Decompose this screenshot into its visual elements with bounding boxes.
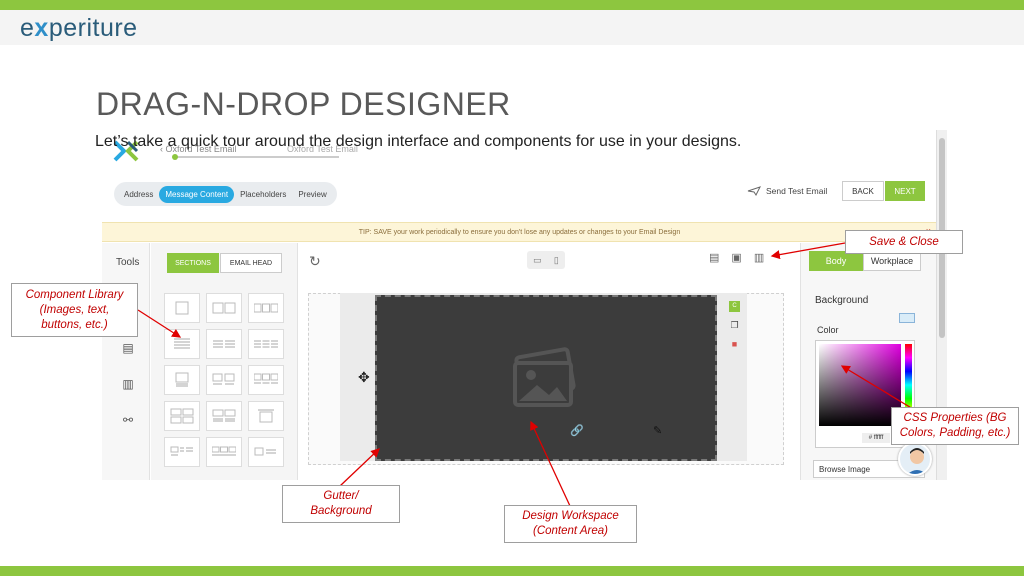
layout-tile[interactable] [248, 329, 284, 359]
save-icon[interactable]: ▥ [754, 251, 764, 264]
header-band [0, 10, 1024, 45]
edit-icon[interactable]: ✎ [653, 424, 662, 437]
progress-dot [172, 154, 178, 160]
device-toggle: ▭ ▯ [527, 251, 565, 269]
background-image-icon[interactable] [899, 313, 915, 323]
component-library: SECTIONS EMAIL HEAD [151, 243, 298, 480]
image-placeholder-icon [513, 347, 576, 407]
slide-title: DRAG-N-DROP DESIGNER [96, 86, 511, 122]
top-accent-bar [0, 0, 1024, 10]
text-tool-icon[interactable]: ▤ [121, 341, 135, 355]
background-label: Background [815, 295, 869, 306]
tools-sidebar: Tools ▣ ▤ ▥ ⚯ [102, 243, 150, 480]
layout-tile[interactable] [164, 401, 200, 431]
saturation-area[interactable] [819, 344, 901, 426]
tab-email-head[interactable]: EMAIL HEAD [220, 253, 282, 273]
tab-workplace[interactable]: Workplace [863, 251, 921, 271]
step-tab-preview[interactable]: Preview [292, 186, 332, 203]
step-tab-message-content[interactable]: Message Content [159, 185, 235, 203]
hex-input[interactable]: # ffffff [862, 433, 890, 443]
send-icon [747, 186, 761, 196]
bottom-accent-bar [0, 566, 1024, 576]
layout-tile[interactable] [206, 365, 242, 395]
layout-tile[interactable] [248, 401, 284, 431]
layout-tile[interactable] [206, 329, 242, 359]
link-icon[interactable]: 🔗 [570, 424, 584, 437]
slide-subtitle: Let’s take a quick tour around the desig… [95, 133, 742, 150]
layout-tile[interactable] [206, 401, 242, 431]
experiture-logo: experiture [20, 14, 138, 42]
slide: experiture DRAG-N-DROP DESIGNER ‹ Oxford… [0, 0, 1024, 576]
next-button[interactable]: NEXT [885, 181, 925, 201]
design-workspace[interactable]: 🔗 ✎ [375, 295, 717, 461]
callout-component-library: Component Library (Images, text, buttons… [11, 283, 138, 337]
layout-tile[interactable] [164, 329, 200, 359]
design-canvas: ↻ ▭ ▯ ▤ ▣ ▥ 🔗 ✎ ✥ C ❐ ■ [299, 243, 791, 480]
step-tab-placeholders[interactable]: Placeholders [234, 186, 292, 203]
send-test-email-button[interactable]: Send Test Email [747, 186, 827, 196]
delete-icon[interactable]: ■ [729, 339, 740, 350]
step-tabs: Address Message Content Placeholders Pre… [114, 182, 337, 206]
back-button[interactable]: BACK [842, 181, 884, 201]
canvas-actions: ▤ ▣ ▥ [709, 251, 764, 264]
callout-gutter: Gutter/ Background [282, 485, 400, 523]
tip-banner: TIP: SAVE your work periodically to ensu… [102, 222, 937, 242]
tab-body[interactable]: Body [809, 251, 863, 271]
button-tool-icon[interactable]: ▥ [121, 377, 135, 391]
callout-css-properties: CSS Properties (BG Colors, Padding, etc.… [891, 407, 1019, 445]
mobile-icon[interactable]: ▯ [554, 255, 559, 266]
tab-sections[interactable]: SECTIONS [167, 253, 219, 273]
layout-tile[interactable] [248, 437, 284, 467]
avatar [898, 442, 932, 476]
color-label: Color [817, 325, 839, 335]
link-tool-icon[interactable]: ⚯ [121, 413, 135, 427]
layout-tile[interactable] [248, 365, 284, 395]
block-actions: C ❐ ■ [729, 301, 740, 350]
layout-tile[interactable] [248, 293, 284, 323]
copy-icon[interactable]: ❐ [729, 320, 740, 331]
layout-tile[interactable] [164, 293, 200, 323]
css-icon[interactable]: C [729, 301, 740, 312]
layout-tile[interactable] [164, 437, 200, 467]
step-tab-address[interactable]: Address [118, 186, 159, 203]
save-close-icon[interactable]: ▣ [731, 251, 741, 264]
refresh-icon[interactable]: ↻ [309, 253, 321, 270]
progress-track [172, 154, 339, 160]
layout-tile[interactable] [206, 437, 242, 467]
move-icon[interactable]: ✥ [358, 369, 370, 386]
desktop-icon[interactable]: ▭ [533, 255, 542, 266]
callout-save-close: Save & Close [845, 230, 963, 254]
tools-label: Tools [116, 257, 140, 268]
css-file-icon[interactable]: ▤ [709, 251, 719, 264]
callout-design-workspace: Design Workspace (Content Area) [504, 505, 637, 543]
layout-tile[interactable] [164, 365, 200, 395]
layout-tile[interactable] [206, 293, 242, 323]
designer-screenshot: ‹ Oxford Test Email Oxford Test Email Ad… [102, 130, 947, 480]
